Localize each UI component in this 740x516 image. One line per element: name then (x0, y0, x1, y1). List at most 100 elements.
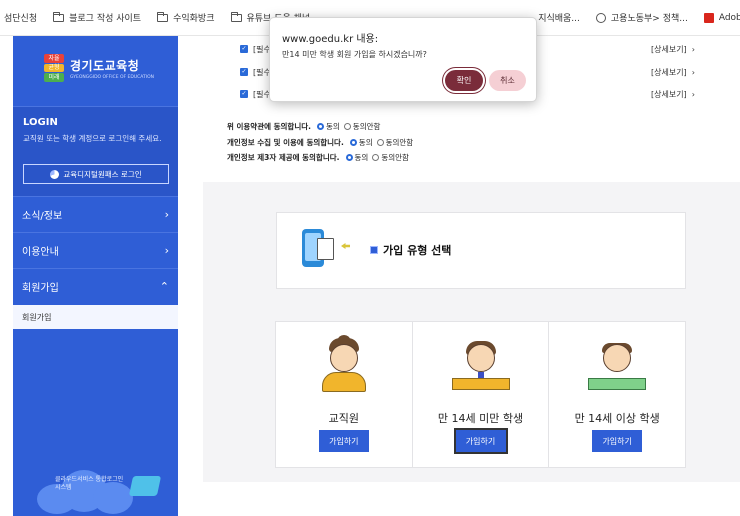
card-label: 교직원 (328, 412, 360, 425)
bullet-square-icon (370, 246, 378, 254)
detail-label: [상세보기] (651, 89, 687, 99)
dialog-message: 만14 미만 학생 회원 가입을 하시겠습니까? (282, 50, 427, 59)
bookmark-label: 블로그 작성 사이트 (69, 14, 142, 24)
consent-privacy: 개인정보 수집 및 이용에 동의합니다. 동의 동의안함 (227, 135, 413, 149)
type-title-text: 가입 유형 선택 (383, 244, 452, 257)
site-logo[interactable]: 자율 균형 미래 경기도교육청 GYEONGGIDO OFFICE OF EDU… (44, 54, 154, 82)
disagree-label: 동의안함 (352, 121, 381, 131)
card-staff: 교직원 가입하기 (275, 321, 413, 468)
detail-link[interactable]: [상세보기] › (651, 65, 695, 79)
agree-label: 동의 (325, 121, 340, 131)
pdf-icon (703, 12, 714, 23)
chevron-right-icon: › (691, 89, 695, 99)
submenu-item-signup[interactable]: 회원가입 (13, 305, 178, 329)
consent-third-party: 개인정보 제3자 제공에 동의합니다. 동의 동의안함 (227, 150, 409, 164)
chevron-right-icon: › (691, 67, 695, 77)
folder-icon (157, 11, 169, 22)
logo-badge-bottom: 미래 (44, 73, 64, 82)
chevron-up-icon: ⌃ (159, 280, 169, 293)
sidebar: 자율 균형 미래 경기도교육청 GYEONGGIDO OFFICE OF EDU… (13, 36, 178, 516)
document-icon (317, 238, 334, 260)
bookmark-label: 수익화방크 (173, 14, 215, 24)
confirm-ok-button[interactable]: 확인 (445, 70, 483, 91)
staff-avatar-icon (319, 335, 369, 392)
consent-question: 위 이용약관에 동의합니다. (227, 121, 311, 131)
agree-label: 동의 (358, 137, 373, 147)
disagree-radio[interactable] (372, 153, 380, 161)
logo-eng: GYEONGGIDO OFFICE OF EDUCATION (70, 74, 154, 80)
logo-badge-top: 자율 (44, 54, 64, 63)
disagree-label: 동의안함 (385, 137, 414, 147)
bookmark-label: 섬단신청 (4, 14, 38, 24)
digital-onepass-login-button[interactable]: 교육디지털원패스 로그인 (23, 164, 169, 184)
card-label: 만 14세 미만 학생 (437, 412, 524, 425)
bookmark-folder[interactable]: 수익화방크 (157, 11, 215, 24)
signup-type-header: 가입 유형 선택 (276, 212, 686, 289)
bookmark-label: 고용노동부> 정책... (610, 14, 688, 24)
bookmark-item[interactable]: 고용노동부> 정책... (595, 11, 688, 24)
detail-label: [상세보기] (651, 67, 687, 77)
chevron-right-icon: › (164, 208, 169, 221)
detail-link[interactable]: [상세보기] › (651, 87, 695, 101)
cloud-service-text: 클라우드서비스 통합로그인 시스템 (55, 476, 124, 491)
consent-terms: 위 이용약관에 동의합니다. 동의 동의안함 (227, 119, 380, 133)
student-over14-avatar-icon (588, 338, 647, 392)
menu-item-guide[interactable]: 이용안내 › (13, 232, 178, 268)
bookmark-label: 지식배움... (538, 14, 580, 24)
agree-radio[interactable] (349, 138, 357, 146)
bookmark-label: Adobe Acrob (718, 12, 740, 23)
logo-name: 경기도교육청 (70, 58, 140, 73)
disagree-radio[interactable] (376, 138, 384, 146)
signup-type-cards: 교직원 가입하기 만 14세 미만 학생 가입하기 만 14세 이상 학생 가입… (275, 321, 687, 468)
folder-icon (230, 11, 242, 22)
dialog-origin: www.goedu.kr 내용: (282, 34, 379, 45)
arrow-left-icon (341, 243, 350, 249)
login-button-label: 교육디지털원패스 로그인 (63, 169, 142, 179)
consent-question: 개인정보 수집 및 이용에 동의합니다. (227, 137, 344, 147)
folder-icon (53, 11, 65, 22)
logo-badge: 자율 균형 미래 (44, 54, 64, 82)
confirm-dialog: www.goedu.kr 내용: 만14 미만 학생 회원 가입을 하시겠습니까… (269, 17, 537, 102)
detail-link[interactable]: [상세보기] › (651, 42, 695, 56)
join-staff-button[interactable]: 가입하기 (318, 430, 369, 452)
checkbox-checked-icon[interactable]: ✓ (240, 68, 248, 76)
globe-icon (595, 12, 606, 23)
menu-item-label: 이용안내 (22, 247, 59, 258)
agree-radio[interactable] (345, 153, 353, 161)
agreement-row[interactable]: ✓ [필수 (240, 65, 271, 79)
logo-badge-mid: 균형 (44, 64, 64, 72)
join-under14-button[interactable]: 가입하기 (453, 428, 508, 454)
chevron-right-icon: › (164, 244, 169, 257)
agree-label: 동의 (354, 152, 369, 162)
bookmark-item[interactable]: Adobe Acrob (703, 12, 740, 23)
consent-question: 개인정보 제3자 제공에 동의합니다. (227, 152, 340, 162)
agree-radio[interactable] (316, 122, 324, 130)
checkbox-checked-icon[interactable]: ✓ (240, 45, 248, 53)
join-over14-button[interactable]: 가입하기 (592, 430, 643, 452)
bookmark-item[interactable]: 섬단신청 (4, 11, 37, 24)
onepass-icon (50, 169, 60, 179)
signup-type-title: 가입 유형 선택 (370, 242, 451, 258)
menu-item-news[interactable]: 소식/정보 › (13, 196, 178, 232)
disagree-label: 동의안함 (381, 152, 409, 162)
menu-item-signup[interactable]: 회원가입 ⌃ (13, 268, 178, 304)
student-under14-avatar-icon (451, 338, 510, 392)
chevron-right-icon: › (691, 44, 695, 54)
agreement-row[interactable]: ✓ [필수 (240, 87, 271, 101)
submenu-label: 회원가입 (22, 312, 52, 322)
card-over-14: 만 14세 이상 학생 가입하기 (549, 321, 687, 468)
card-label: 만 14세 이상 학생 (574, 412, 660, 425)
login-box: LOGIN 교직원 또는 학생 계정으로 로그인해 주세요. 교육디지털원패스 … (13, 106, 178, 196)
logo-text: 경기도교육청 GYEONGGIDO OFFICE OF EDUCATION (70, 57, 154, 80)
bookmark-folder[interactable]: 블로그 작성 사이트 (53, 11, 141, 24)
login-title: LOGIN (23, 117, 58, 128)
agreement-row[interactable]: ✓ [필수 (240, 42, 271, 56)
menu-item-label: 회원가입 (22, 283, 59, 294)
checkbox-checked-icon[interactable]: ✓ (240, 90, 248, 98)
confirm-cancel-button[interactable]: 취소 (489, 70, 526, 91)
login-description: 교직원 또는 학생 계정으로 로그인해 주세요. (23, 134, 162, 143)
disagree-radio[interactable] (343, 122, 351, 130)
bookmark-item[interactable]: 지식배움... (538, 11, 580, 24)
card-under-14: 만 14세 미만 학생 가입하기 (412, 321, 550, 468)
main-content: ✓ [필수 [상세보기] › ✓ [필수 [상세보기] › ✓ [필수 [상세보… (178, 36, 740, 516)
